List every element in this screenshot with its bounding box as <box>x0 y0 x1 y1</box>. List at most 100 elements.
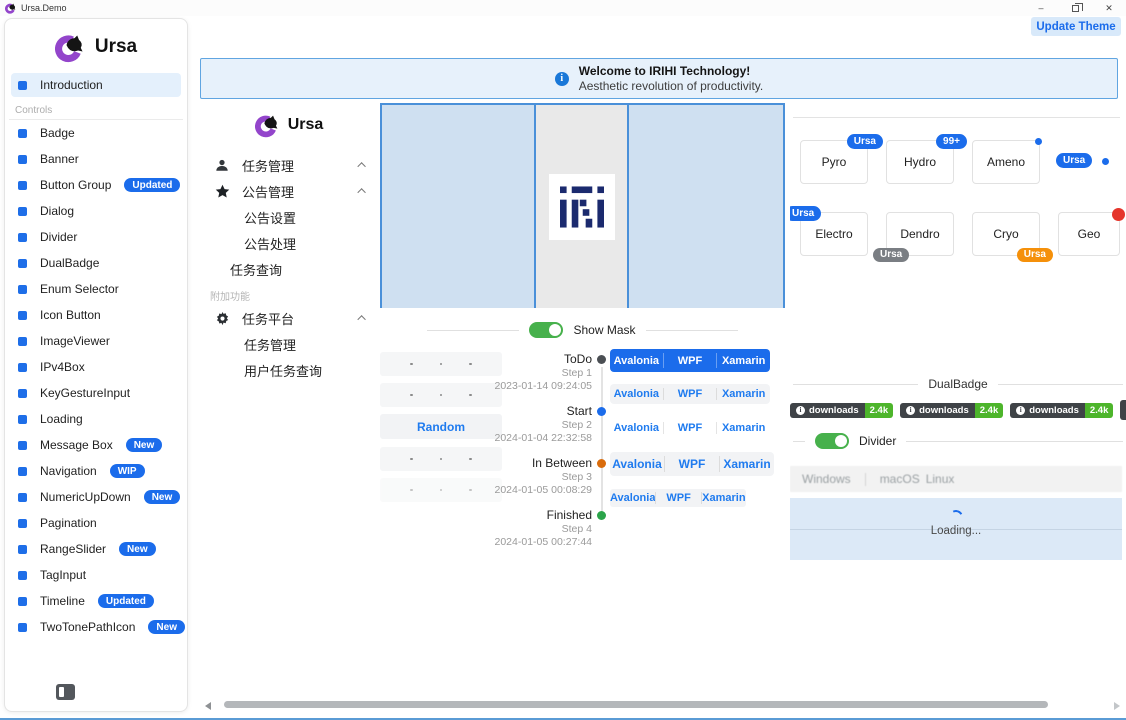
scroll-right-arrow[interactable] <box>1114 702 1120 710</box>
sidebar-item-keygestureinput[interactable]: KeyGestureInput <box>5 380 187 406</box>
xamarin-button[interactable]: Xamarin <box>717 349 770 372</box>
xamarin-button[interactable]: Xamarin <box>702 489 746 507</box>
sidebar-item-twotonepathicon[interactable]: TwoTonePathIconNew <box>5 614 187 640</box>
divider-line <box>793 441 805 442</box>
bullet-icon <box>18 467 27 476</box>
right-demo-panel: Pyro Ursa Hydro 99+ Ameno Ursa Electro U… <box>790 100 1126 560</box>
sidebar-item-rangeslider[interactable]: RangeSliderNew <box>5 536 187 562</box>
sidebar-item-ipv4box[interactable]: IPv4Box <box>5 354 187 380</box>
ursa-badge: Ursa <box>847 134 883 149</box>
dualbadge-label: downloads <box>809 405 859 416</box>
octet-dot <box>410 489 413 492</box>
sidebar-item-dialog[interactable]: Dialog <box>5 198 187 224</box>
menu-item-task-management[interactable]: 任务管理 <box>200 152 378 178</box>
horizontal-scrollbar-thumb[interactable] <box>224 701 1048 708</box>
dualbadge: idownloads 2.4k <box>900 403 1003 418</box>
scroll-left-arrow[interactable] <box>205 702 211 710</box>
divider-line <box>646 330 738 331</box>
user-icon <box>214 158 230 173</box>
wpf-button[interactable]: WPF <box>664 384 717 404</box>
sidebar-item-icon-button[interactable]: Icon Button <box>5 302 187 328</box>
info-icon: i <box>796 406 805 415</box>
os-label-linux: Linux <box>926 472 955 486</box>
menu-item-announcement-settings[interactable]: 公告设置 <box>200 204 378 230</box>
sidebar-item-message-box[interactable]: Message Box New <box>5 432 187 458</box>
bullet-icon <box>18 545 27 554</box>
avalonia-button[interactable]: Avalonia <box>610 418 663 438</box>
wpf-button[interactable]: WPF <box>664 349 717 372</box>
bullet-icon <box>18 493 27 502</box>
sidebar-item-button-group[interactable]: Button GroupUpdated <box>5 172 187 198</box>
timeline-title: Finished <box>470 508 592 523</box>
timeline-date: 2023-01-14 09:24:05 <box>470 380 592 393</box>
menu-item-user-task-query[interactable]: 用户任务查询 <box>200 357 378 383</box>
sidebar-item-label: Message Box <box>40 438 113 452</box>
bullet-icon <box>18 415 27 424</box>
timeline-step: Step 2 <box>470 419 592 432</box>
sidebar-collapse-icon[interactable] <box>56 684 75 700</box>
restore-icon <box>1072 5 1079 12</box>
close-button[interactable]: ✕ <box>1092 0 1126 16</box>
maximize-button[interactable] <box>1058 0 1092 16</box>
divider-line <box>793 384 918 385</box>
divider-toggle[interactable] <box>815 433 849 449</box>
new-badge: New <box>148 620 185 634</box>
sidebar-item-pagination[interactable]: Pagination <box>5 510 187 536</box>
info-icon: i <box>555 72 569 86</box>
sidebar-item-enum-selector[interactable]: Enum Selector <box>5 276 187 302</box>
sidebar-item-taginput[interactable]: TagInput <box>5 562 187 588</box>
sidebar: Ursa Introduction Controls Badge Banner … <box>4 18 188 712</box>
xamarin-button[interactable]: Xamarin <box>720 452 774 476</box>
viewer-crop-region[interactable] <box>534 105 629 308</box>
bullet-icon <box>18 207 27 216</box>
sidebar-item-numericupdown[interactable]: NumericUpDownNew <box>5 484 187 510</box>
sidebar-item-imageviewer[interactable]: ImageViewer <box>5 328 187 354</box>
wpf-button[interactable]: WPF <box>664 418 717 438</box>
button-group-large: Avalonia WPF Xamarin <box>610 452 774 476</box>
menu-item-label: 任务管理 <box>242 156 360 175</box>
menu-logo-text: Ursa <box>288 116 324 134</box>
sidebar-logo-text: Ursa <box>95 36 137 58</box>
avalonia-button[interactable]: Avalonia <box>610 489 655 507</box>
bullet-icon <box>18 389 27 398</box>
xamarin-button[interactable]: Xamarin <box>717 384 770 404</box>
wpf-button[interactable]: WPF <box>665 452 719 476</box>
menu-item-announcement-processing[interactable]: 公告处理 <box>200 230 378 256</box>
menu-item-task-platform[interactable]: 任务平台 <box>200 305 378 331</box>
badge-card-geo: Geo <box>1058 212 1120 256</box>
image-viewer[interactable] <box>380 103 785 308</box>
sidebar-item-label: IPv4Box <box>40 360 85 374</box>
avalonia-button[interactable]: Avalonia <box>610 384 663 404</box>
sidebar-item-navigation[interactable]: NavigationWIP <box>5 458 187 484</box>
sidebar-item-divider[interactable]: Divider <box>5 224 187 250</box>
wpf-button[interactable]: WPF <box>656 489 700 507</box>
sidebar-item-badge[interactable]: Badge <box>5 120 187 146</box>
new-badge: New <box>126 438 163 452</box>
bullet-icon <box>18 155 27 164</box>
ursa-logo-icon <box>55 31 87 63</box>
update-theme-button[interactable]: Update Theme <box>1031 17 1121 36</box>
divider-line <box>998 384 1123 385</box>
sidebar-item-loading[interactable]: Loading <box>5 406 187 432</box>
show-mask-toggle[interactable] <box>529 322 563 338</box>
sidebar-item-banner[interactable]: Banner <box>5 146 187 172</box>
menu-item-platform-task-management[interactable]: 任务管理 <box>200 331 378 357</box>
menu-item-task-query[interactable]: 任务查询 <box>200 256 378 282</box>
badge-card-hydro: Hydro 99+ <box>886 140 954 184</box>
sidebar-list: Badge Banner Button GroupUpdated Dialog … <box>5 120 187 640</box>
sidebar-item-timeline[interactable]: TimelineUpdated <box>5 588 187 614</box>
window-title: Ursa.Demo <box>21 3 67 13</box>
app-window: Ursa.Demo – ✕ Ursa Introduction Controls… <box>0 0 1126 720</box>
avalonia-button[interactable]: Avalonia <box>610 452 664 476</box>
sidebar-item-introduction[interactable]: Introduction <box>11 73 181 97</box>
dualbadge-value: 2.4k <box>1085 403 1114 418</box>
sidebar-item-dualbadge[interactable]: DualBadge <box>5 250 187 276</box>
titlebar: Ursa.Demo – ✕ <box>0 0 1126 16</box>
banner-message: Aesthetic revolution of productivity. <box>579 79 764 94</box>
menu-item-announcement-management[interactable]: 公告管理 <box>200 178 378 204</box>
xamarin-button[interactable]: Xamarin <box>717 418 770 438</box>
minimize-button[interactable]: – <box>1024 0 1058 16</box>
avalonia-button[interactable]: Avalonia <box>610 349 663 372</box>
sidebar-section-label: Controls <box>5 97 187 119</box>
sidebar-item-label: Banner <box>40 152 79 166</box>
